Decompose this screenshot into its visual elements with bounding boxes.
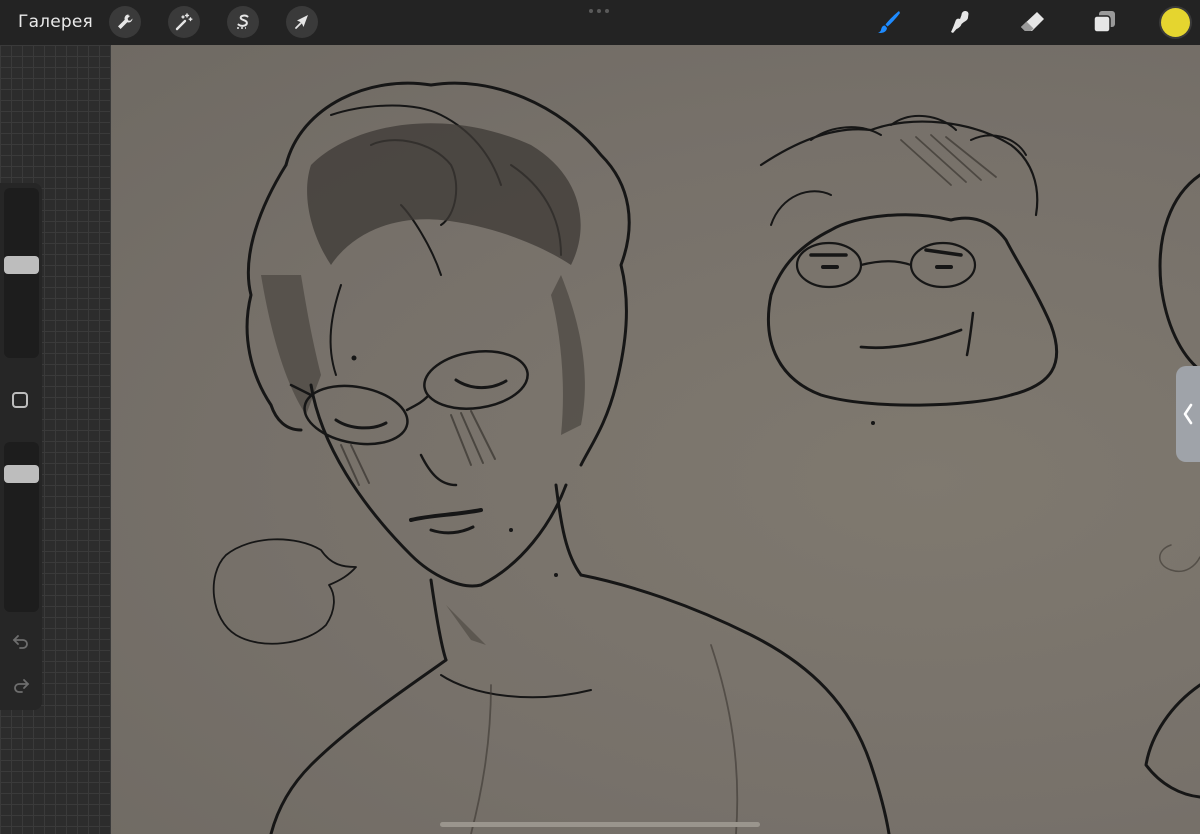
top-toolbar: Галерея <box>0 0 1200 45</box>
brush-size-thumb[interactable] <box>4 256 39 275</box>
sketch-artwork <box>212 81 1200 834</box>
modify-square-icon[interactable] <box>12 392 28 408</box>
chevron-left-icon <box>1183 403 1193 425</box>
redo-icon[interactable] <box>11 674 31 694</box>
brush-sidebar <box>0 183 42 710</box>
smudge-icon[interactable] <box>946 7 976 37</box>
selection-s-icon[interactable] <box>227 6 259 38</box>
home-indicator[interactable] <box>440 822 760 827</box>
magic-wand-icon[interactable] <box>168 6 200 38</box>
toolbar-grabber[interactable] <box>589 9 609 13</box>
brush-icon[interactable] <box>874 7 904 37</box>
undo-icon[interactable] <box>11 630 31 650</box>
side-panel-toggle[interactable] <box>1176 366 1200 462</box>
eraser-icon[interactable] <box>1017 7 1047 37</box>
wrench-icon[interactable] <box>109 6 141 38</box>
arrow-transform-icon[interactable] <box>286 6 318 38</box>
opacity-thumb[interactable] <box>4 464 39 483</box>
color-picker-button[interactable] <box>1161 8 1190 37</box>
drawing-canvas[interactable] <box>111 45 1200 834</box>
layers-icon[interactable] <box>1089 7 1119 37</box>
gallery-button[interactable]: Галерея <box>18 12 93 32</box>
